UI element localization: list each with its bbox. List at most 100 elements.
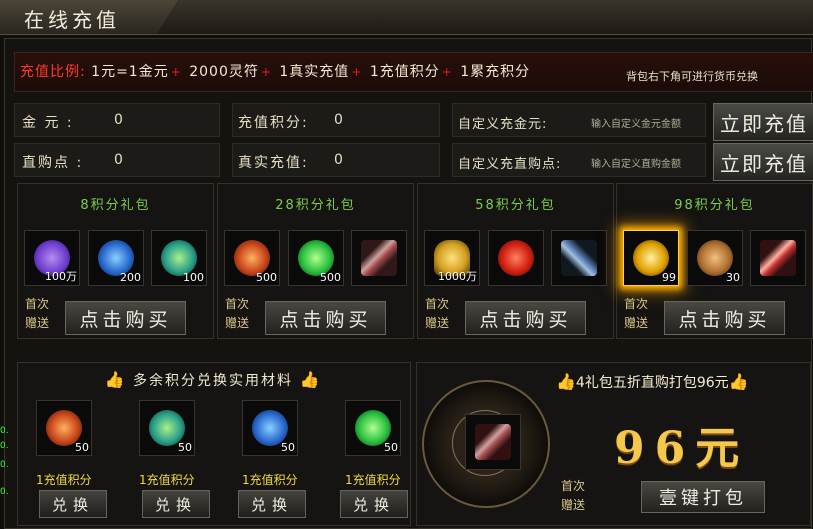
item-slot[interactable]: 100万 [24, 230, 80, 286]
package-title: 8积分礼包 [80, 198, 151, 213]
item-slot[interactable]: 1000万 [424, 230, 480, 286]
first-text: 首次 [560, 479, 585, 493]
ratio-item: 1元=1金元 [91, 64, 169, 80]
gift-text: 赠送 [560, 498, 585, 512]
custom-direct-input[interactable]: 输入自定义直购金额 [591, 155, 681, 170]
exchange-button[interactable]: 兑换 [238, 490, 306, 518]
points-value: 0 [334, 112, 343, 128]
item-qty: 200 [120, 271, 141, 284]
exchange-cost: 1充值积分 [36, 473, 92, 487]
item-slot[interactable]: 200 [88, 230, 144, 286]
package-title: 98积分礼包 [674, 198, 755, 213]
item-qty: 99 [662, 271, 676, 284]
blue-weapon-icon [561, 240, 597, 276]
item-qty: 100万 [45, 270, 77, 283]
plus-separator: + [441, 65, 453, 79]
red-seal-icon [498, 240, 534, 276]
item-slot[interactable]: 50 [242, 400, 298, 456]
bundle-title: 4礼包五折直购打包96元 [575, 375, 729, 391]
item-slot[interactable]: 500 [224, 230, 280, 286]
direct-label: 直购点 : [22, 155, 84, 171]
item-slot[interactable]: 100 [151, 230, 207, 286]
one-click-bundle-button[interactable]: 壹键打包 [641, 481, 765, 513]
item-slot[interactable]: 50 [345, 400, 401, 456]
exchange-cost: 1充值积分 [242, 473, 298, 487]
item-slot[interactable] [551, 230, 607, 286]
buy-button[interactable]: 点击购买 [65, 301, 186, 335]
ratio-label: 充值比例: [20, 64, 86, 80]
first-gift-label: 首次 赠送 [224, 295, 250, 333]
first-text: 首次 [24, 297, 49, 311]
exchange-button[interactable]: 兑换 [340, 490, 408, 518]
ratio-item: 1充值积分 [369, 64, 440, 80]
gift-text: 赠送 [623, 316, 648, 330]
item-slot[interactable]: 500 [288, 230, 344, 286]
gold-value: 0 [114, 112, 123, 128]
direct-value: 0 [114, 152, 123, 168]
bundle-item-slot[interactable] [465, 414, 521, 470]
points-label: 充值积分: [238, 115, 309, 131]
thumbs-up-icon: 👍 [728, 372, 749, 391]
gift-text: 赠送 [424, 316, 449, 330]
exchange-button[interactable]: 兑换 [39, 490, 107, 518]
thumbs-up-icon: 👍 [104, 370, 127, 389]
charge-now-button[interactable]: 立即充值 [713, 143, 813, 181]
ratio-item: 1真实充值 [279, 64, 350, 80]
item-slot[interactable] [351, 230, 407, 286]
exchange-title-row: 👍 多余积分兑换实用材料 👍 [17, 370, 409, 390]
item-slot[interactable] [750, 230, 806, 286]
exchange-cost: 1充值积分 [139, 473, 195, 487]
first-text: 首次 [424, 297, 449, 311]
first-text: 首次 [623, 297, 648, 311]
first-gift-label: 首次 赠送 [24, 295, 50, 333]
plus-separator: + [260, 65, 272, 79]
exchange-button[interactable]: 兑换 [142, 490, 210, 518]
item-qty: 30 [726, 271, 740, 284]
buy-button[interactable]: 点击购买 [465, 301, 586, 335]
red-scroll-icon [760, 240, 796, 276]
ratio-hint: 背包右下角可进行货币兑换 [626, 70, 758, 83]
first-gift-label: 首次 赠送 [560, 477, 586, 515]
package-card: 8积分礼包 100万 200 100 首次赠送 点击购买 [17, 183, 214, 339]
item-qty: 1000万 [438, 270, 477, 283]
first-gift-label: 首次 赠送 [424, 295, 450, 333]
item-slot[interactable]: 50 [139, 400, 195, 456]
side-mark: 0. [0, 441, 9, 451]
gift-text: 赠送 [224, 316, 249, 330]
custom-gold-input[interactable]: 输入自定义金元金额 [591, 115, 681, 130]
window-title: 在线充值 [24, 8, 120, 32]
item-qty: 50 [281, 441, 295, 454]
item-qty: 500 [320, 271, 341, 284]
item-slot[interactable]: 99 [623, 230, 679, 286]
bundle-title-row: 👍4礼包五折直购打包96元👍 [556, 372, 749, 392]
package-title: 28积分礼包 [275, 198, 356, 213]
item-qty: 50 [178, 441, 192, 454]
plus-separator: + [170, 65, 182, 79]
item-qty: 50 [384, 441, 398, 454]
side-mark: 0. [0, 426, 9, 436]
item-slot[interactable] [488, 230, 544, 286]
real-label: 真实充值: [238, 155, 309, 171]
thumbs-up-icon: 👍 [299, 370, 322, 389]
item-slot[interactable]: 50 [36, 400, 92, 456]
exchange-title: 多余积分兑换实用材料 [133, 373, 293, 389]
real-value: 0 [334, 152, 343, 168]
plus-separator: + [351, 65, 363, 79]
custom-direct-label: 自定义充直购点: [458, 157, 562, 172]
first-text: 首次 [224, 297, 249, 311]
item-qty: 100 [183, 271, 204, 284]
thumbs-up-icon: 👍 [556, 372, 576, 391]
scroll-icon [361, 240, 397, 276]
buy-button[interactable]: 点击购买 [265, 301, 386, 335]
buy-button[interactable]: 点击购买 [664, 301, 785, 335]
item-qty: 50 [75, 441, 89, 454]
side-mark: 0. [0, 487, 9, 497]
package-card: 28积分礼包 500 500 首次赠送 点击购买 [217, 183, 414, 339]
gift-text: 赠送 [24, 316, 49, 330]
bundle-price: 96元 [614, 423, 750, 474]
package-title: 58积分礼包 [475, 198, 556, 213]
custom-gold-label: 自定义充金元: [458, 117, 548, 132]
gold-label: 金 元 : [22, 115, 74, 131]
charge-now-button[interactable]: 立即充值 [713, 103, 813, 141]
item-slot[interactable]: 30 [687, 230, 743, 286]
